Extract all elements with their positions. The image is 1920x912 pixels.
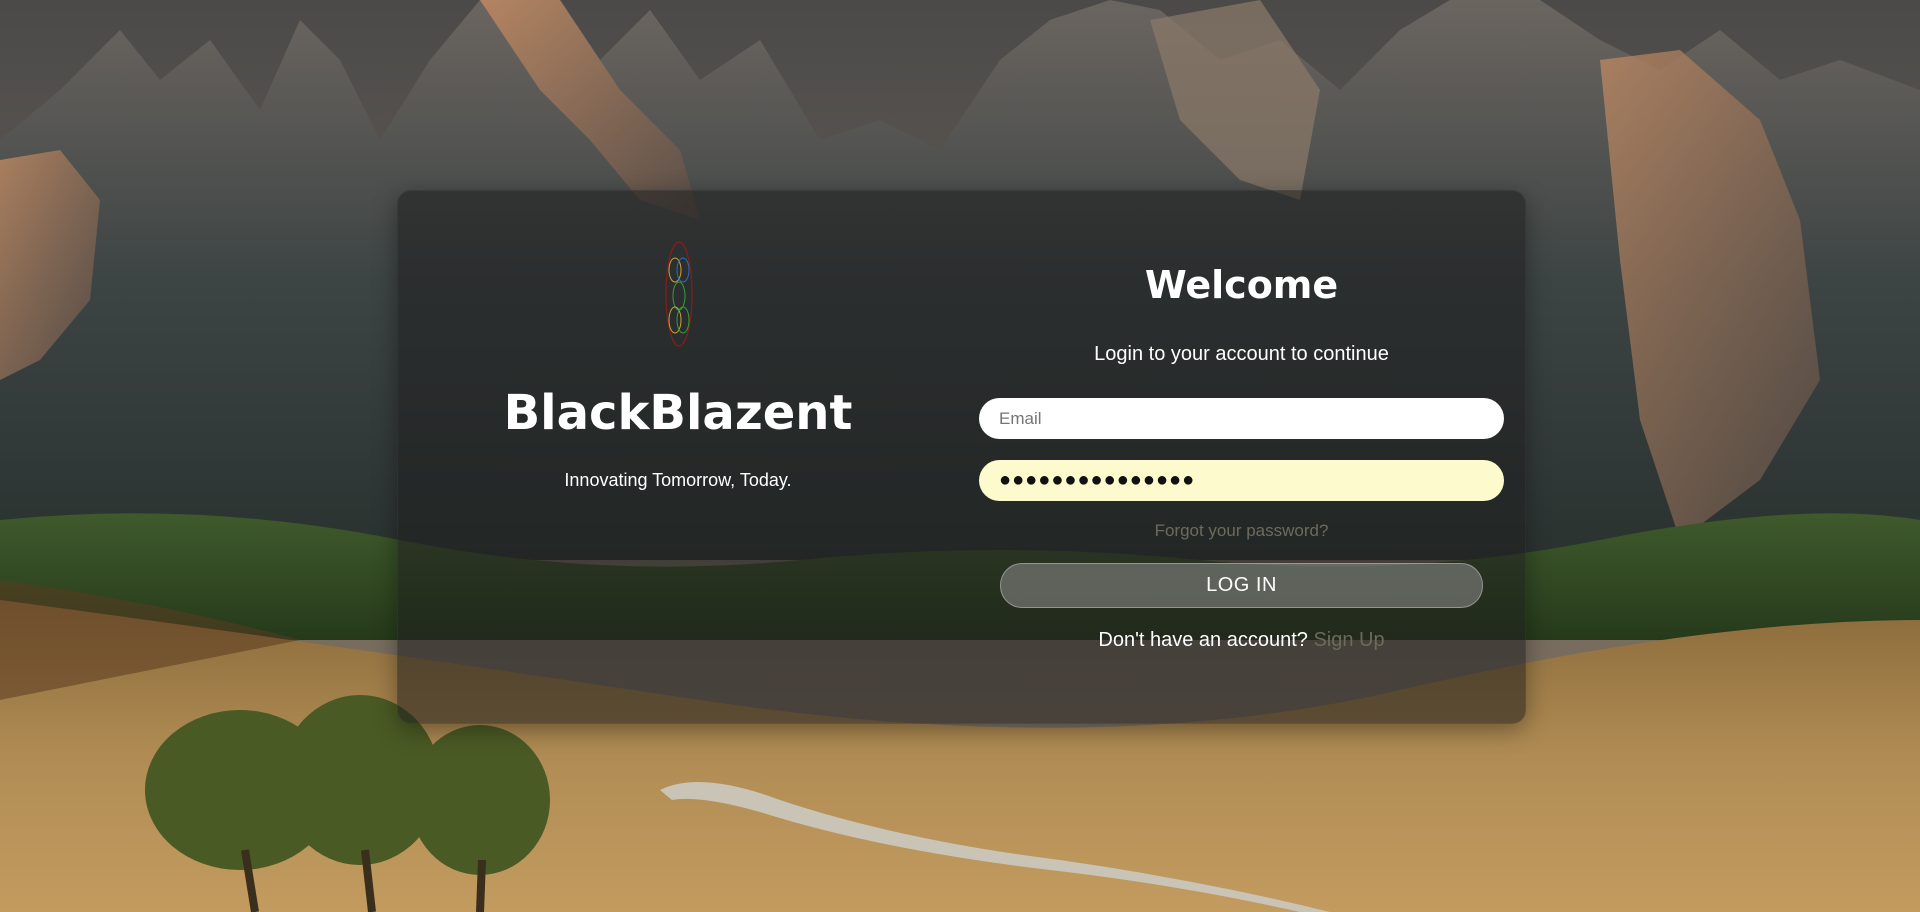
- signup-prompt: Don't have an account? Sign Up: [979, 629, 1504, 652]
- forgot-password-link[interactable]: Forgot your password?: [979, 521, 1504, 541]
- login-button[interactable]: LOG IN: [1000, 563, 1483, 608]
- password-field[interactable]: [979, 460, 1504, 501]
- brand-tagline: Innovating Tomorrow, Today.: [564, 470, 792, 490]
- brand-name: BlackBlazent: [503, 385, 853, 441]
- login-subtitle: Login to your account to continue: [1094, 343, 1389, 365]
- welcome-title: Welcome: [1144, 263, 1339, 307]
- no-account-text: Don't have an account?: [1098, 629, 1308, 651]
- email-field[interactable]: [979, 398, 1504, 439]
- signup-link[interactable]: Sign Up: [1313, 629, 1384, 651]
- blackblazent-logo-icon: [665, 241, 693, 347]
